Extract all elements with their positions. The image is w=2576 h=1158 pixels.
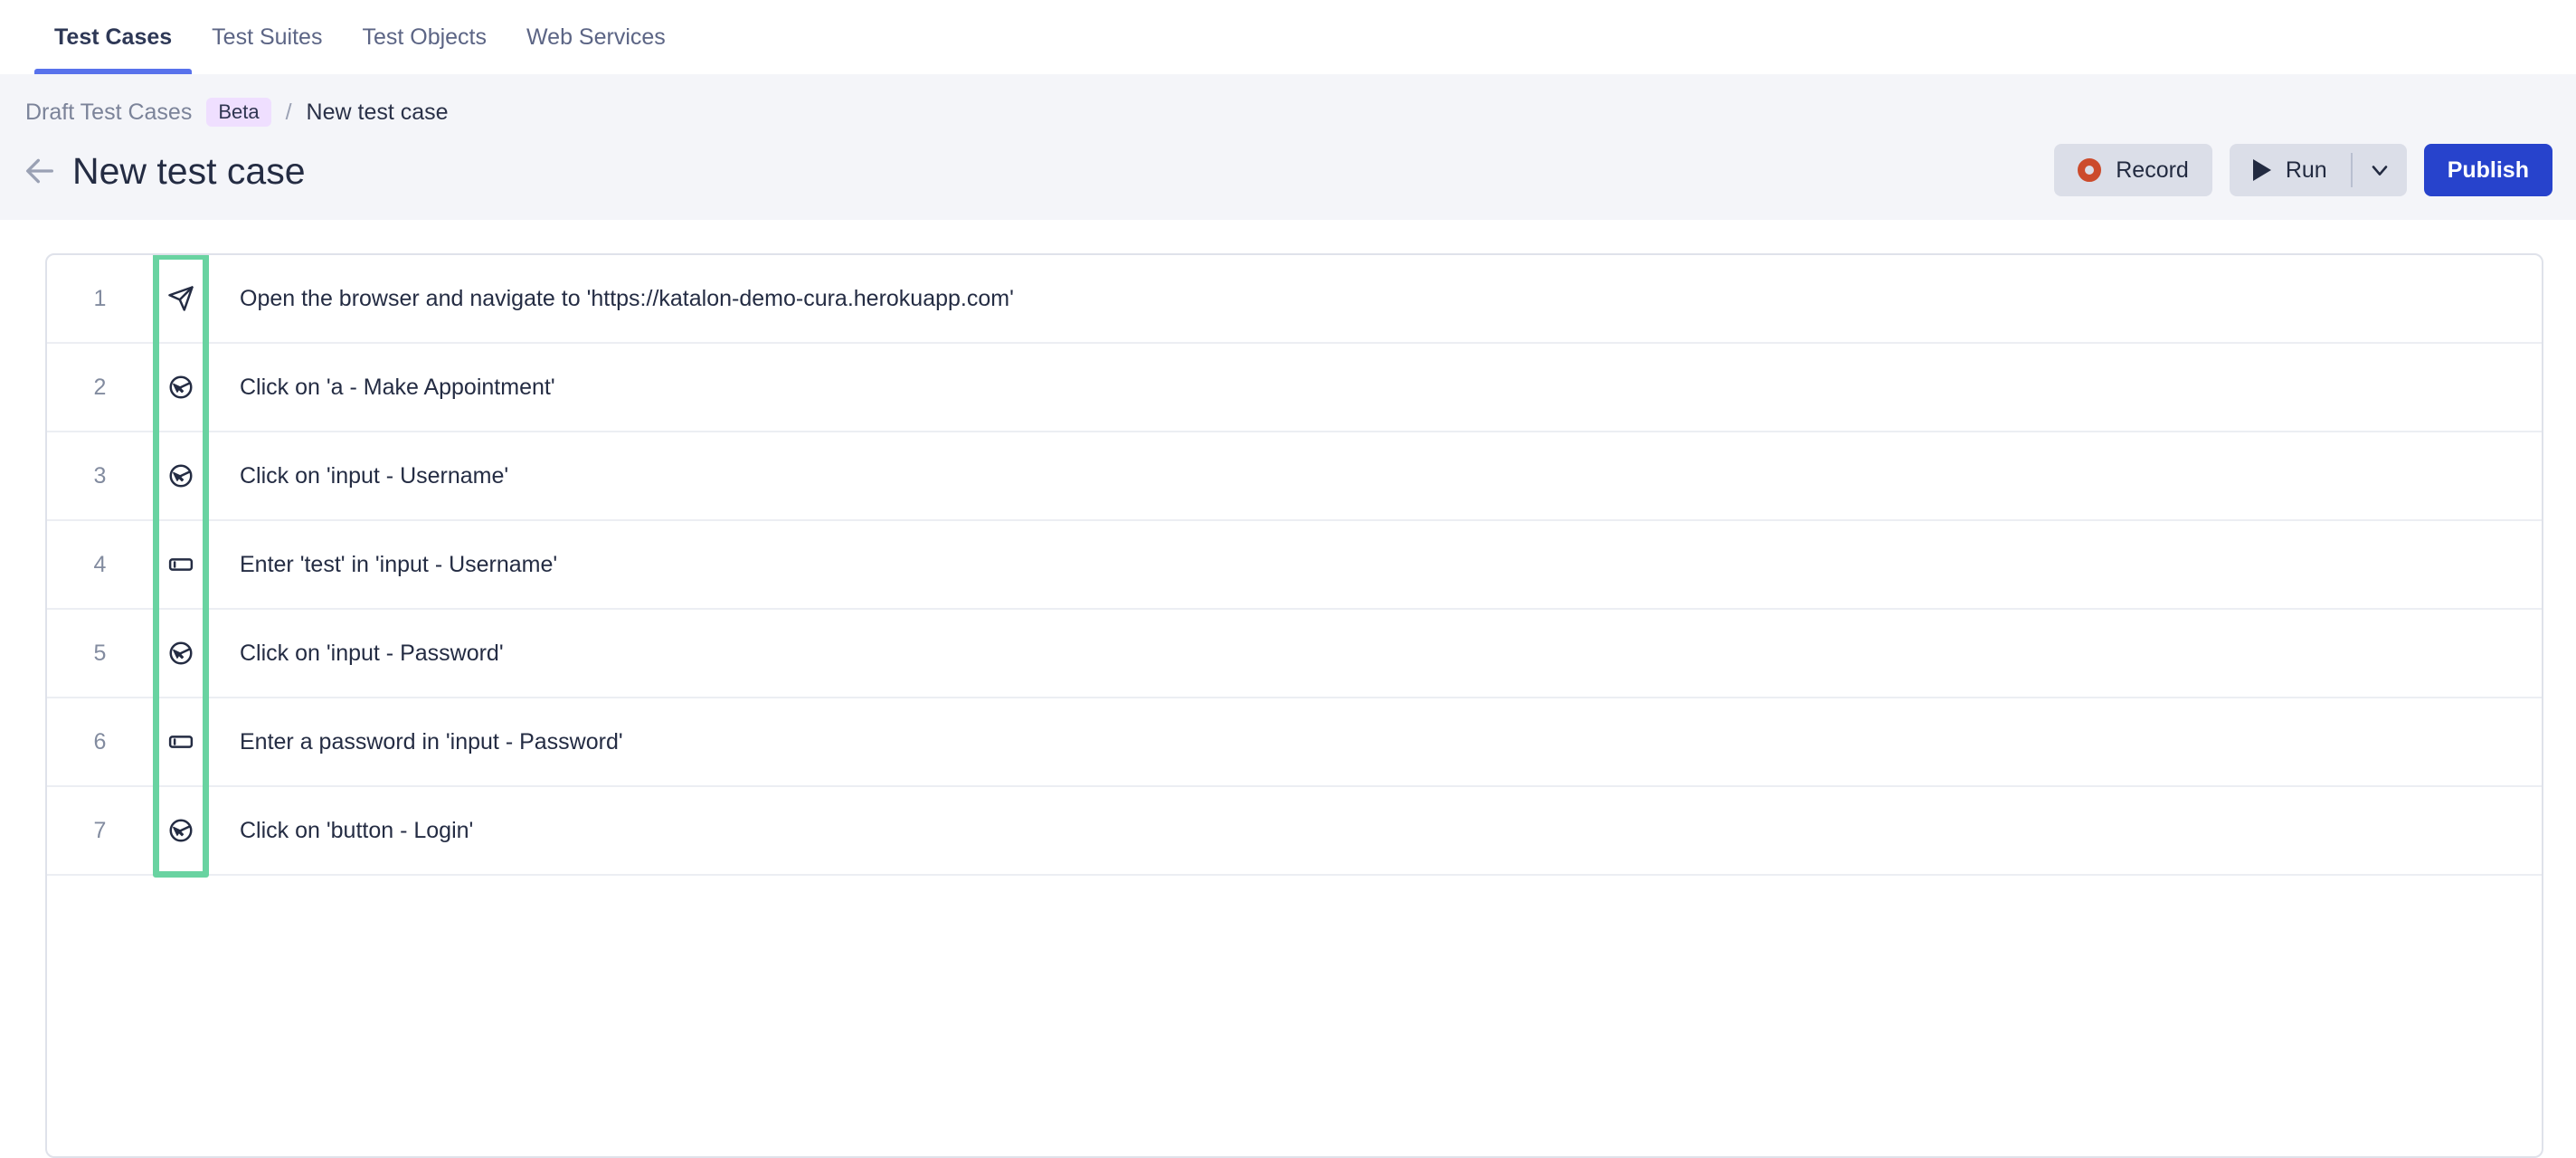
tab-label: Web Services [526,24,666,50]
text-input-icon[interactable] [153,728,209,755]
navigate-icon[interactable] [153,285,209,312]
page-header: Draft Test Cases Beta / New test case Ne… [0,74,2576,220]
step-description: Click on 'button - Login' [240,817,474,843]
test-steps-list: 1 Open the browser and navigate to 'http… [47,255,2542,878]
step-number: 3 [93,462,107,489]
test-steps-card: 1 Open the browser and navigate to 'http… [45,253,2543,1158]
breadcrumb-separator: / [285,99,292,125]
click-icon[interactable] [153,462,209,489]
step-number: 7 [93,817,107,843]
record-dot-icon [2078,158,2102,182]
step-number: 1 [93,285,107,311]
step-description: Enter a password in 'input - Password' [240,728,623,755]
tab-test-suites[interactable]: Test Suites [192,0,342,74]
tab-label: Test Cases [54,24,173,50]
breadcrumb-link-draft-test-cases[interactable]: Draft Test Cases [25,100,192,126]
breadcrumb-current: New test case [306,99,449,125]
table-row[interactable]: 1 Open the browser and navigate to 'http… [47,255,2542,344]
table-row[interactable]: 2 Click on 'a - Make Appointment' [47,344,2542,432]
step-description: Click on 'a - Make Appointment' [240,374,555,400]
main-tab-bar: Test Cases Test Suites Test Objects Web … [0,0,2576,74]
click-icon[interactable] [153,640,209,667]
step-description: Click on 'input - Password' [240,640,504,666]
record-button-label: Record [2116,157,2189,183]
header-actions: Record Run Publish [2054,139,2552,201]
table-row[interactable]: 4 Enter 'test' in 'input - Username' [47,521,2542,610]
tab-test-cases[interactable]: Test Cases [34,0,193,74]
run-button-group: Run [2229,144,2407,196]
arrow-left-icon[interactable] [20,151,60,191]
click-icon[interactable] [153,817,209,844]
run-button[interactable]: Run [2230,144,2351,196]
tab-test-objects[interactable]: Test Objects [342,0,507,74]
step-description: Open the browser and navigate to 'https:… [240,285,1014,311]
table-row[interactable]: 3 Click on 'input - Username' [47,432,2542,521]
publish-button[interactable]: Publish [2423,144,2552,196]
step-number: 2 [93,374,107,400]
run-button-label: Run [2285,157,2327,183]
click-icon[interactable] [153,374,209,401]
table-row[interactable]: 7 Click on 'button - Login' [47,787,2542,876]
record-button[interactable]: Record [2054,144,2212,196]
tab-label: Test Suites [212,24,323,50]
text-input-icon[interactable] [153,551,209,578]
content-panel: 1 Open the browser and navigate to 'http… [10,220,2566,1158]
beta-badge: Beta [206,98,271,127]
publish-button-label: Publish [2447,157,2529,183]
play-icon [2252,159,2271,181]
tab-web-services[interactable]: Web Services [507,0,686,74]
tab-label: Test Objects [362,24,488,50]
step-number: 6 [93,728,107,755]
page-title: New test case [72,149,306,192]
table-row[interactable]: 5 Click on 'input - Password' [47,610,2542,698]
breadcrumb: Draft Test Cases Beta / New test case [25,94,449,130]
step-number: 4 [93,551,107,577]
step-number: 5 [93,640,107,666]
chevron-down-icon[interactable] [2353,144,2407,196]
step-description: Click on 'input - Username' [240,462,509,489]
step-description: Enter 'test' in 'input - Username' [240,551,558,577]
table-row[interactable]: 6 Enter a password in 'input - Password' [47,698,2542,787]
